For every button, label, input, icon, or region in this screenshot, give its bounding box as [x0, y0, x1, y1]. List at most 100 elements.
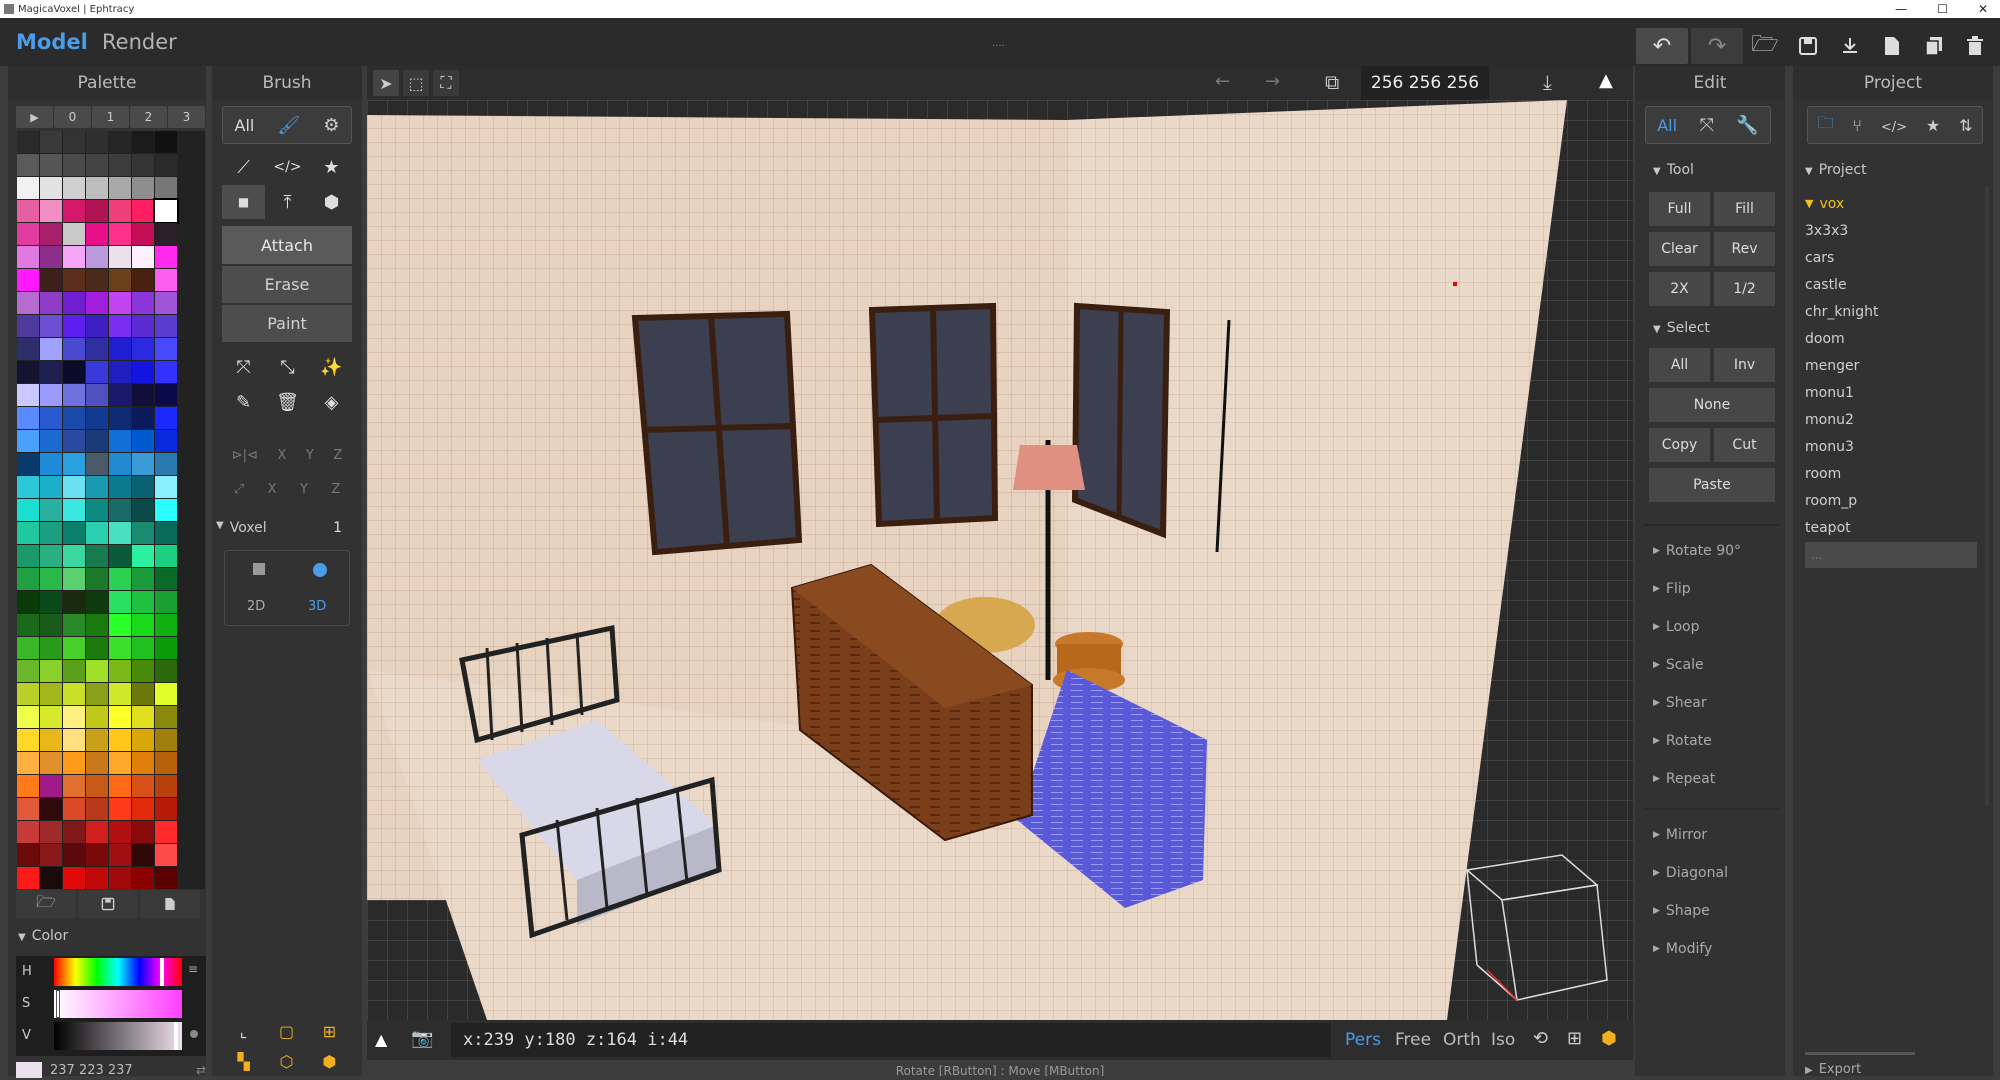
section-flip[interactable]: ▶ Flip: [1653, 570, 1779, 608]
section-scale[interactable]: ▶ Scale: [1653, 646, 1779, 684]
palette-swatch[interactable]: [86, 361, 108, 383]
tab-model[interactable]: Model: [16, 30, 88, 54]
new-button[interactable]: [1872, 28, 1912, 64]
palette-swatch[interactable]: [86, 752, 108, 774]
palette-swatch[interactable]: [86, 223, 108, 245]
palette-swatch[interactable]: [40, 384, 62, 406]
palette-swatch[interactable]: [132, 706, 154, 728]
select-section-header[interactable]: ▼ Select: [1653, 320, 1710, 336]
palette-swatch[interactable]: [155, 499, 177, 521]
axis-y-toggle[interactable]: Y: [300, 482, 308, 497]
palette-swatch[interactable]: [17, 614, 39, 636]
palette-swatch[interactable]: [40, 545, 62, 567]
duplicate-button[interactable]: [1914, 28, 1954, 64]
palette-swatch[interactable]: [63, 177, 85, 199]
box-brush-button[interactable]: ⬢: [310, 185, 353, 219]
select-arrow-button[interactable]: ➤: [373, 70, 399, 96]
palette-swatch[interactable]: [40, 775, 62, 797]
palette-swatch[interactable]: [17, 683, 39, 705]
palette-swatch[interactable]: [109, 200, 131, 222]
palette-tab-2[interactable]: 2: [130, 106, 167, 128]
palette-swatch[interactable]: [17, 706, 39, 728]
palette-swatch[interactable]: [132, 522, 154, 544]
palette-swatch[interactable]: [109, 407, 131, 429]
section-rotate[interactable]: ▶ Rotate: [1653, 722, 1779, 760]
palette-swatch[interactable]: [63, 223, 85, 245]
palette-swatch[interactable]: [17, 499, 39, 521]
palette-swatch[interactable]: [63, 752, 85, 774]
arrow-right-icon[interactable]: →: [1265, 71, 1280, 92]
view-orth[interactable]: Orth: [1443, 1030, 1481, 1050]
palette-swatch[interactable]: [40, 223, 62, 245]
cube-solid-icon[interactable]: ⬢: [308, 1046, 351, 1076]
palette-swatch[interactable]: [86, 591, 108, 613]
palette-swatch[interactable]: [132, 269, 154, 291]
palette-swatch[interactable]: [132, 637, 154, 659]
palette-swatch[interactable]: [132, 844, 154, 866]
project-file-item[interactable]: room_p: [1805, 487, 1985, 514]
palette-swatch[interactable]: [109, 177, 131, 199]
palette-swatch[interactable]: [17, 177, 39, 199]
palette-swatch[interactable]: [40, 338, 62, 360]
project-tab-sort[interactable]: ⇅: [1959, 116, 1972, 135]
palette-swatch[interactable]: [86, 798, 108, 820]
palette-swatch[interactable]: [40, 798, 62, 820]
palette-swatch[interactable]: [40, 844, 62, 866]
pattern-brush-button[interactable]: </>: [266, 150, 309, 184]
palette-swatch[interactable]: [86, 476, 108, 498]
mirror-y-toggle[interactable]: Y: [306, 448, 314, 463]
palette-swatch[interactable]: [86, 775, 108, 797]
section-modify[interactable]: ▶ Modify: [1653, 930, 1779, 968]
voxel-count[interactable]: 1: [333, 520, 342, 536]
palette-swatch[interactable]: [40, 683, 62, 705]
section-shear[interactable]: ▶ Shear: [1653, 684, 1779, 722]
palette-swatch[interactable]: [155, 246, 177, 268]
new-file-input[interactable]: ...: [1805, 542, 1977, 568]
section-mirror[interactable]: ▶ Mirror: [1653, 816, 1779, 854]
hue-slider[interactable]: [54, 958, 182, 986]
half-button[interactable]: 1/2: [1714, 272, 1775, 306]
brush-tab-settings[interactable]: ⚙: [323, 115, 339, 136]
fill-button[interactable]: Fill: [1714, 192, 1775, 226]
palette-swatch[interactable]: [109, 453, 131, 475]
palette-swatch[interactable]: [86, 177, 108, 199]
palette-swatch[interactable]: [109, 223, 131, 245]
palette-swatch[interactable]: [63, 499, 85, 521]
palette-swatch[interactable]: [132, 752, 154, 774]
palette-swatch[interactable]: [155, 821, 177, 843]
project-file-item[interactable]: menger: [1805, 352, 1985, 379]
palette-swatch[interactable]: [155, 430, 177, 452]
palette-swatch[interactable]: [132, 384, 154, 406]
palette-swatch[interactable]: [155, 131, 177, 153]
palette-swatch[interactable]: [155, 660, 177, 682]
palette-swatch[interactable]: [17, 154, 39, 176]
option-2d[interactable]: 2D: [247, 599, 265, 614]
palette-swatch[interactable]: [86, 430, 108, 452]
palette-swatch[interactable]: [109, 522, 131, 544]
palette-swatch[interactable]: [40, 660, 62, 682]
palette-swatch[interactable]: [63, 246, 85, 268]
palette-swatch[interactable]: [155, 315, 177, 337]
palette-swatch[interactable]: [86, 154, 108, 176]
camera-icon[interactable]: 📷: [411, 1028, 433, 1049]
folder-vox[interactable]: ▼ vox: [1805, 190, 1985, 217]
palette-swatch[interactable]: [17, 269, 39, 291]
palette-swatch[interactable]: [63, 614, 85, 636]
palette-swatch[interactable]: [17, 453, 39, 475]
palette-swatch[interactable]: [86, 844, 108, 866]
palette-swatch[interactable]: [109, 660, 131, 682]
palette-swatch[interactable]: [155, 407, 177, 429]
palette-swatch[interactable]: [132, 614, 154, 636]
palette-swatch[interactable]: [86, 706, 108, 728]
palette-swatch[interactable]: [63, 292, 85, 314]
palette-swatch[interactable]: [17, 292, 39, 314]
palette-swatch[interactable]: [109, 752, 131, 774]
rgb-value[interactable]: 237 223 237: [50, 1063, 133, 1078]
palette-swatch[interactable]: [155, 637, 177, 659]
palette-swatch[interactable]: [17, 775, 39, 797]
palette-swatch[interactable]: [155, 476, 177, 498]
section-repeat[interactable]: ▶ Repeat: [1653, 760, 1779, 798]
palette-swatch[interactable]: [63, 269, 85, 291]
palette-swatch[interactable]: [63, 568, 85, 590]
palette-swatch[interactable]: [109, 361, 131, 383]
